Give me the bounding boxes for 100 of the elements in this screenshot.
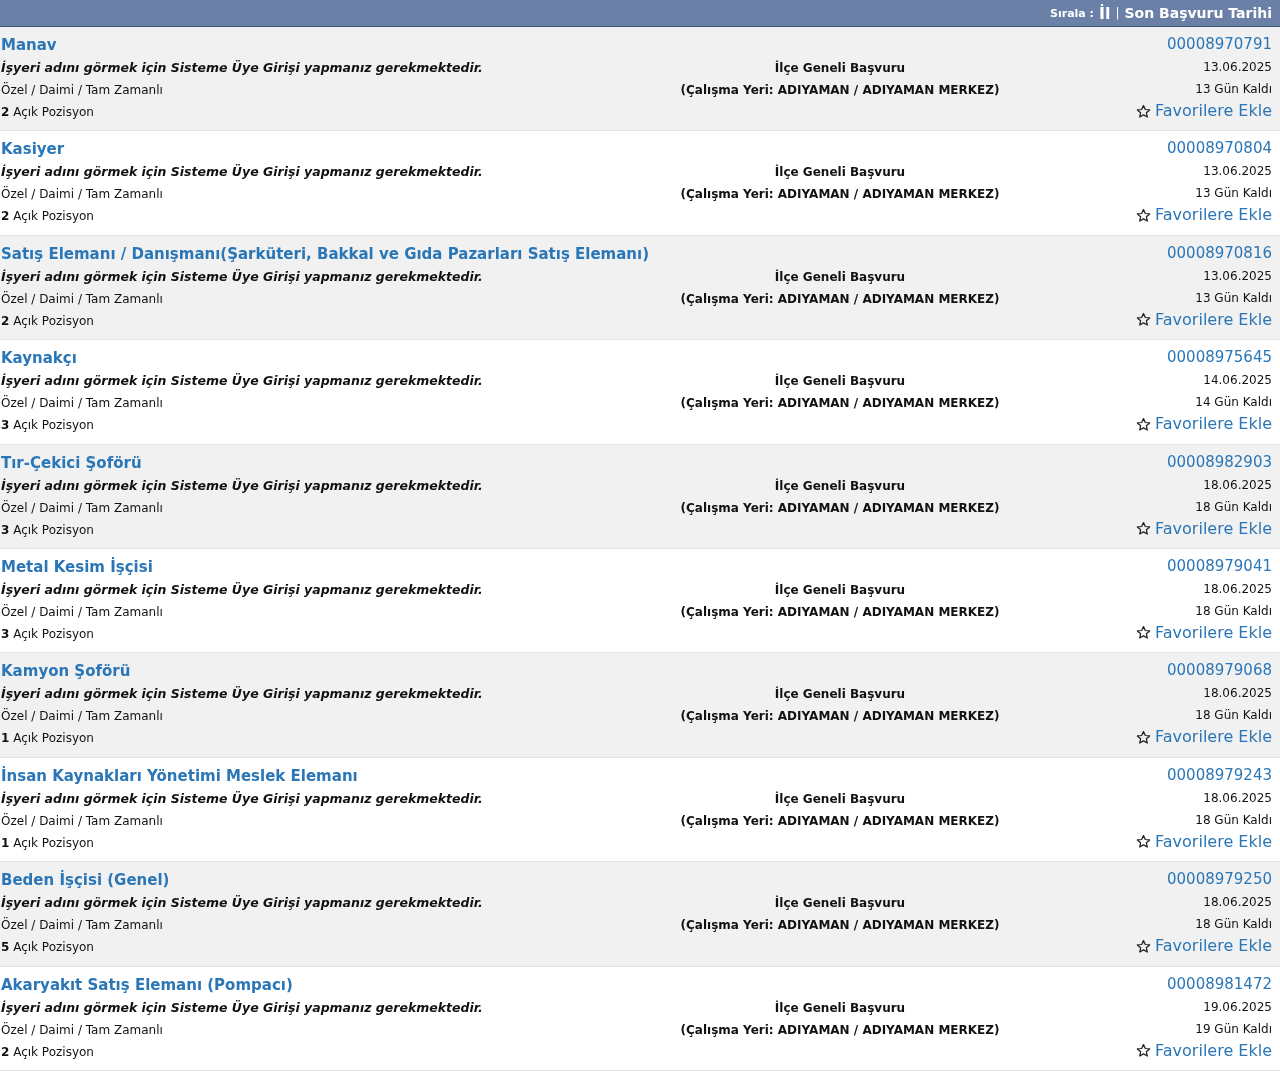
listing-number-link[interactable]: 00008975645 xyxy=(1167,347,1272,368)
deadline-date: 18.06.2025 xyxy=(1203,894,1272,912)
listing-number-link[interactable]: 00008982903 xyxy=(1167,451,1272,472)
application-scope: İlçe Geneli Başvuru xyxy=(774,894,906,913)
employer-note: İşyeri adını görmek için Sisteme Üye Girişi yapmanız gerekmektedir. xyxy=(1,163,484,182)
employer-note: İşyeri adını görmek için Sisteme Üye Girişi yapmanız gerekmektedir. xyxy=(1,59,484,77)
job-title-link[interactable]: Beden İşçisi (Genel) xyxy=(1,870,660,891)
star-icon xyxy=(1136,103,1152,119)
open-positions: 2 Açık Pozisyon xyxy=(1,1043,95,1061)
open-positions: 1 Açık Pozisyon xyxy=(1,834,95,852)
job-title-link[interactable]: Satış Elemanı / Danışmanı(Şarküteri, Bakkal ve Gıda Pazarları Satış Elemanı) xyxy=(1,243,660,264)
open-positions: 5 Açık Pozisyon xyxy=(1,939,95,957)
add-favorite-link[interactable]: Favorilere Ekle xyxy=(1136,1039,1272,1062)
work-location: (Çalışma Yeri: ADIYAMAN / ADIYAMAN MERKEZ) xyxy=(680,812,1000,830)
sort-link[interactable]: Son Başvuru Tarihi xyxy=(1124,5,1272,21)
work-location: (Çalışma Yeri: ADIYAMAN / ADIYAMAN MERKEZ) xyxy=(680,603,1000,621)
job-title-link[interactable]: Manav xyxy=(1,35,660,55)
application-scope: İlçe Geneli Başvuru xyxy=(774,163,906,182)
open-positions: 2 Açık Pozisyon xyxy=(1,208,95,226)
application-scope: İlçe Geneli Başvuru xyxy=(774,685,906,704)
deadline-date: 13.06.2025 xyxy=(1203,59,1272,76)
star-icon xyxy=(1136,207,1152,223)
job-title-link[interactable]: Tır-Çekici Şoförü xyxy=(1,452,660,473)
star-icon xyxy=(1136,729,1152,745)
add-favorite-link[interactable]: Favorilere Ekle xyxy=(1136,100,1272,122)
add-favorite-link[interactable]: Favorilere Ekle xyxy=(1136,308,1272,331)
listing-number-link[interactable]: 00008981472 xyxy=(1167,973,1272,994)
open-positions: 3 Açık Pozisyon xyxy=(1,417,95,435)
work-location: (Çalışma Yeri: ADIYAMAN / ADIYAMAN MERKEZ) xyxy=(680,499,1000,517)
star-icon xyxy=(1136,834,1152,850)
application-scope: İlçe Geneli Başvuru xyxy=(774,59,906,77)
days-remaining: 18 Gün Kaldı xyxy=(1195,498,1272,516)
add-favorite-link[interactable]: Favorilere Ekle xyxy=(1136,621,1272,644)
employer-note: İşyeri adını görmek için Sisteme Üye Girişi yapmanız gerekmektedir. xyxy=(1,894,484,913)
work-location: (Çalışma Yeri: ADIYAMAN / ADIYAMAN MERKEZ) xyxy=(680,708,1000,726)
job-title-link[interactable]: Kamyon Şoförü xyxy=(1,661,660,682)
sort-label: Sırala : xyxy=(1050,6,1094,20)
days-remaining: 14 Gün Kaldı xyxy=(1195,394,1272,412)
open-positions: 2 Açık Pozisyon xyxy=(1,104,95,121)
listing-number-link[interactable]: 00008979068 xyxy=(1167,660,1272,681)
deadline-date: 19.06.2025 xyxy=(1203,998,1272,1016)
job-title-link[interactable]: Kaynakçı xyxy=(1,348,660,369)
job-title-link[interactable]: Kasiyer xyxy=(1,139,660,160)
application-scope: İlçe Geneli Başvuru xyxy=(774,999,906,1017)
star-icon xyxy=(1136,938,1152,954)
deadline-date: 14.06.2025 xyxy=(1203,372,1272,390)
star-icon xyxy=(1136,521,1152,537)
days-remaining: 18 Gün Kaldı xyxy=(1195,602,1272,620)
listing-number-link[interactable]: 00008970791 xyxy=(1167,34,1272,54)
days-remaining: 18 Gün Kaldı xyxy=(1195,916,1272,934)
work-location: (Çalışma Yeri: ADIYAMAN / ADIYAMAN MERKEZ) xyxy=(680,917,1000,935)
open-positions: 3 Açık Pozisyon xyxy=(1,521,95,539)
work-location: (Çalışma Yeri: ADIYAMAN / ADIYAMAN MERKEZ) xyxy=(680,1021,1000,1039)
application-scope: İlçe Geneli Başvuru xyxy=(774,268,906,286)
add-favorite-link[interactable]: Favorilere Ekle xyxy=(1136,204,1272,227)
deadline-date: 18.06.2025 xyxy=(1203,789,1272,807)
listing-number-link[interactable]: 00008979243 xyxy=(1167,764,1272,785)
add-favorite-link[interactable]: Favorilere Ekle xyxy=(1136,935,1272,958)
work-location: (Çalışma Yeri: ADIYAMAN / ADIYAMAN MERKEZ) xyxy=(680,82,1000,99)
employer-note: İşyeri adını görmek için Sisteme Üye Girişi yapmanız gerekmektedir. xyxy=(1,998,484,1017)
days-remaining: 13 Gün Kaldı xyxy=(1195,289,1272,307)
star-icon xyxy=(1136,625,1152,641)
days-remaining: 13 Gün Kaldı xyxy=(1195,81,1272,98)
deadline-date: 13.06.2025 xyxy=(1203,163,1272,181)
deadline-date: 18.06.2025 xyxy=(1203,476,1272,494)
days-remaining: 18 Gün Kaldı xyxy=(1195,707,1272,725)
job-type: Özel / Daimi / Tam Zamanlı xyxy=(1,394,164,413)
deadline-date: 18.06.2025 xyxy=(1203,580,1272,598)
application-scope: İlçe Geneli Başvuru xyxy=(774,477,906,495)
add-favorite-link[interactable]: Favorilere Ekle xyxy=(1136,517,1272,540)
add-favorite-link[interactable]: Favorilere Ekle xyxy=(1136,413,1272,436)
employer-note: İşyeri adını görmek için Sisteme Üye Girişi yapmanız gerekmektedir. xyxy=(1,372,484,391)
job-type: Özel / Daimi / Tam Zamanlı xyxy=(1,185,164,204)
open-positions: 1 Açık Pozisyon xyxy=(1,730,95,748)
job-type: Özel / Daimi / Tam Zamanlı xyxy=(1,499,164,517)
star-icon xyxy=(1136,312,1152,328)
listing-number-link[interactable]: 00008979041 xyxy=(1167,555,1272,576)
listing-number-link[interactable]: 00008970804 xyxy=(1167,138,1272,159)
deadline-date: 18.06.2025 xyxy=(1203,685,1272,703)
employer-note: İşyeri adını görmek için Sisteme Üye Girişi yapmanız gerekmektedir. xyxy=(1,580,484,599)
job-title-link[interactable]: Metal Kesim İşçisi xyxy=(1,556,660,577)
application-scope: İlçe Geneli Başvuru xyxy=(774,581,906,599)
job-type: Özel / Daimi / Tam Zamanlı xyxy=(1,290,164,308)
employer-note: İşyeri adını görmek için Sisteme Üye Girişi yapmanız gerekmektedir. xyxy=(1,789,484,808)
open-positions: 3 Açık Pozisyon xyxy=(1,625,95,643)
days-remaining: 19 Gün Kaldı xyxy=(1195,1020,1272,1038)
days-remaining: 13 Gün Kaldı xyxy=(1195,185,1272,203)
work-location: (Çalışma Yeri: ADIYAMAN / ADIYAMAN MERKEZ) xyxy=(680,186,1000,204)
work-location: (Çalışma Yeri: ADIYAMAN / ADIYAMAN MERKEZ) xyxy=(680,395,1000,413)
listing-number-link[interactable]: 00008970816 xyxy=(1167,242,1272,263)
open-positions: 2 Açık Pozisyon xyxy=(1,312,95,330)
sort-link[interactable]: İl xyxy=(1099,3,1111,23)
job-title-link[interactable]: İnsan Kaynakları Yönetimi Meslek Elemanı xyxy=(1,765,660,786)
listing-number-link[interactable]: 00008979250 xyxy=(1167,869,1272,890)
job-title-link[interactable]: Akaryakıt Satış Elemanı (Pompacı) xyxy=(1,974,660,995)
employer-note: İşyeri adını görmek için Sisteme Üye Girişi yapmanız gerekmektedir. xyxy=(1,476,484,495)
star-icon xyxy=(1136,1043,1152,1058)
add-favorite-link[interactable]: Favorilere Ekle xyxy=(1136,830,1272,853)
job-type: Özel / Daimi / Tam Zamanlı xyxy=(1,81,164,99)
add-favorite-link[interactable]: Favorilere Ekle xyxy=(1136,726,1272,749)
